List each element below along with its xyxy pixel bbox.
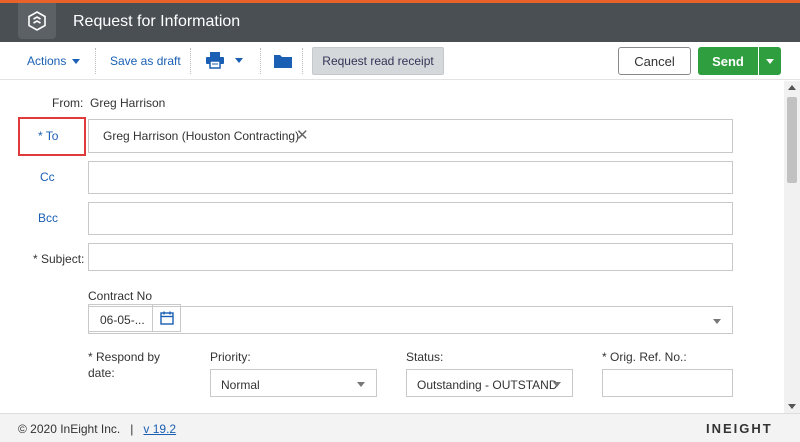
- divider: [260, 48, 261, 74]
- copyright: © 2020 InEight Inc.: [18, 422, 121, 436]
- version-link[interactable]: v 19.2: [143, 422, 176, 436]
- priority-select[interactable]: Normal: [210, 369, 377, 397]
- orig-ref-input[interactable]: [602, 369, 733, 397]
- divider: [190, 48, 191, 74]
- actions-label: Actions: [27, 54, 67, 68]
- from-value: Greg Harrison: [90, 96, 166, 110]
- subject-input[interactable]: [88, 243, 733, 271]
- app-logo: [18, 3, 56, 39]
- send-button[interactable]: Send: [698, 47, 758, 75]
- status-label: Status:: [406, 350, 444, 364]
- form-content: From: Greg Harrison * To Greg Harrison (…: [0, 81, 784, 413]
- respond-by-date-input[interactable]: 06-05-...: [88, 304, 153, 332]
- priority-label: Priority:: [210, 350, 251, 364]
- save-draft-button[interactable]: Save as draft: [110, 54, 181, 68]
- priority-value: Normal: [221, 378, 260, 392]
- divider: [302, 48, 303, 74]
- chevron-down-icon: [766, 58, 774, 64]
- send-options-button[interactable]: [759, 47, 781, 75]
- chevron-down-icon: [713, 319, 721, 324]
- bcc-label[interactable]: Bcc: [38, 211, 58, 225]
- footer: © 2020 InEight Inc. | v 19.2 INEIGHT: [0, 413, 800, 442]
- from-label: From:: [52, 96, 84, 110]
- cc-field[interactable]: [88, 161, 733, 194]
- footer-separator: |: [130, 422, 134, 436]
- toolbar: Actions Save as draft Request read recei…: [0, 42, 800, 80]
- folder-icon: [274, 55, 292, 68]
- bcc-field[interactable]: [88, 202, 733, 235]
- contract-label: Contract No: [88, 289, 153, 303]
- logo-icon: [28, 11, 46, 31]
- folder-button[interactable]: [273, 53, 293, 72]
- footer-text: © 2020 InEight Inc. | v 19.2: [18, 422, 176, 436]
- chevron-down-icon: [553, 382, 561, 387]
- status-value: Outstanding - OUTSTAND: [417, 378, 558, 392]
- respond-by-label-2: date:: [88, 366, 115, 380]
- recipient-chip: Greg Harrison (Houston Contracting): [103, 129, 300, 143]
- to-label-highlight: [18, 117, 86, 156]
- respond-by-label: * Respond by: [88, 350, 161, 364]
- chevron-down-icon: [357, 382, 365, 387]
- status-select[interactable]: Outstanding - OUTSTAND: [406, 369, 573, 397]
- calendar-button[interactable]: [153, 304, 181, 332]
- scroll-down-icon[interactable]: [788, 404, 796, 409]
- orig-ref-label: * Orig. Ref. No.:: [602, 350, 687, 364]
- brand-logo: INEIGHT: [706, 421, 773, 436]
- print-menu[interactable]: [205, 51, 243, 69]
- divider: [95, 48, 96, 74]
- chevron-down-icon: [72, 59, 81, 65]
- chevron-down-icon: [235, 57, 243, 63]
- remove-recipient-icon[interactable]: ✕: [296, 126, 309, 144]
- cc-label[interactable]: Cc: [40, 170, 55, 184]
- request-read-receipt-button[interactable]: Request read receipt: [312, 47, 444, 75]
- page-title: Request for Information: [73, 13, 241, 30]
- respond-by-value: 06-05-...: [100, 313, 145, 327]
- title-bar: Request for Information: [0, 3, 800, 42]
- vertical-scrollbar[interactable]: [784, 81, 800, 413]
- cancel-button[interactable]: Cancel: [618, 47, 691, 75]
- calendar-icon: [159, 311, 174, 325]
- actions-menu[interactable]: Actions: [27, 54, 81, 68]
- contract-select[interactable]: [88, 306, 733, 334]
- to-field[interactable]: Greg Harrison (Houston Contracting) ✕: [88, 119, 733, 153]
- printer-icon: [206, 52, 224, 69]
- scroll-thumb[interactable]: [787, 97, 797, 183]
- subject-label: * Subject:: [33, 252, 85, 266]
- scroll-up-icon[interactable]: [788, 85, 796, 90]
